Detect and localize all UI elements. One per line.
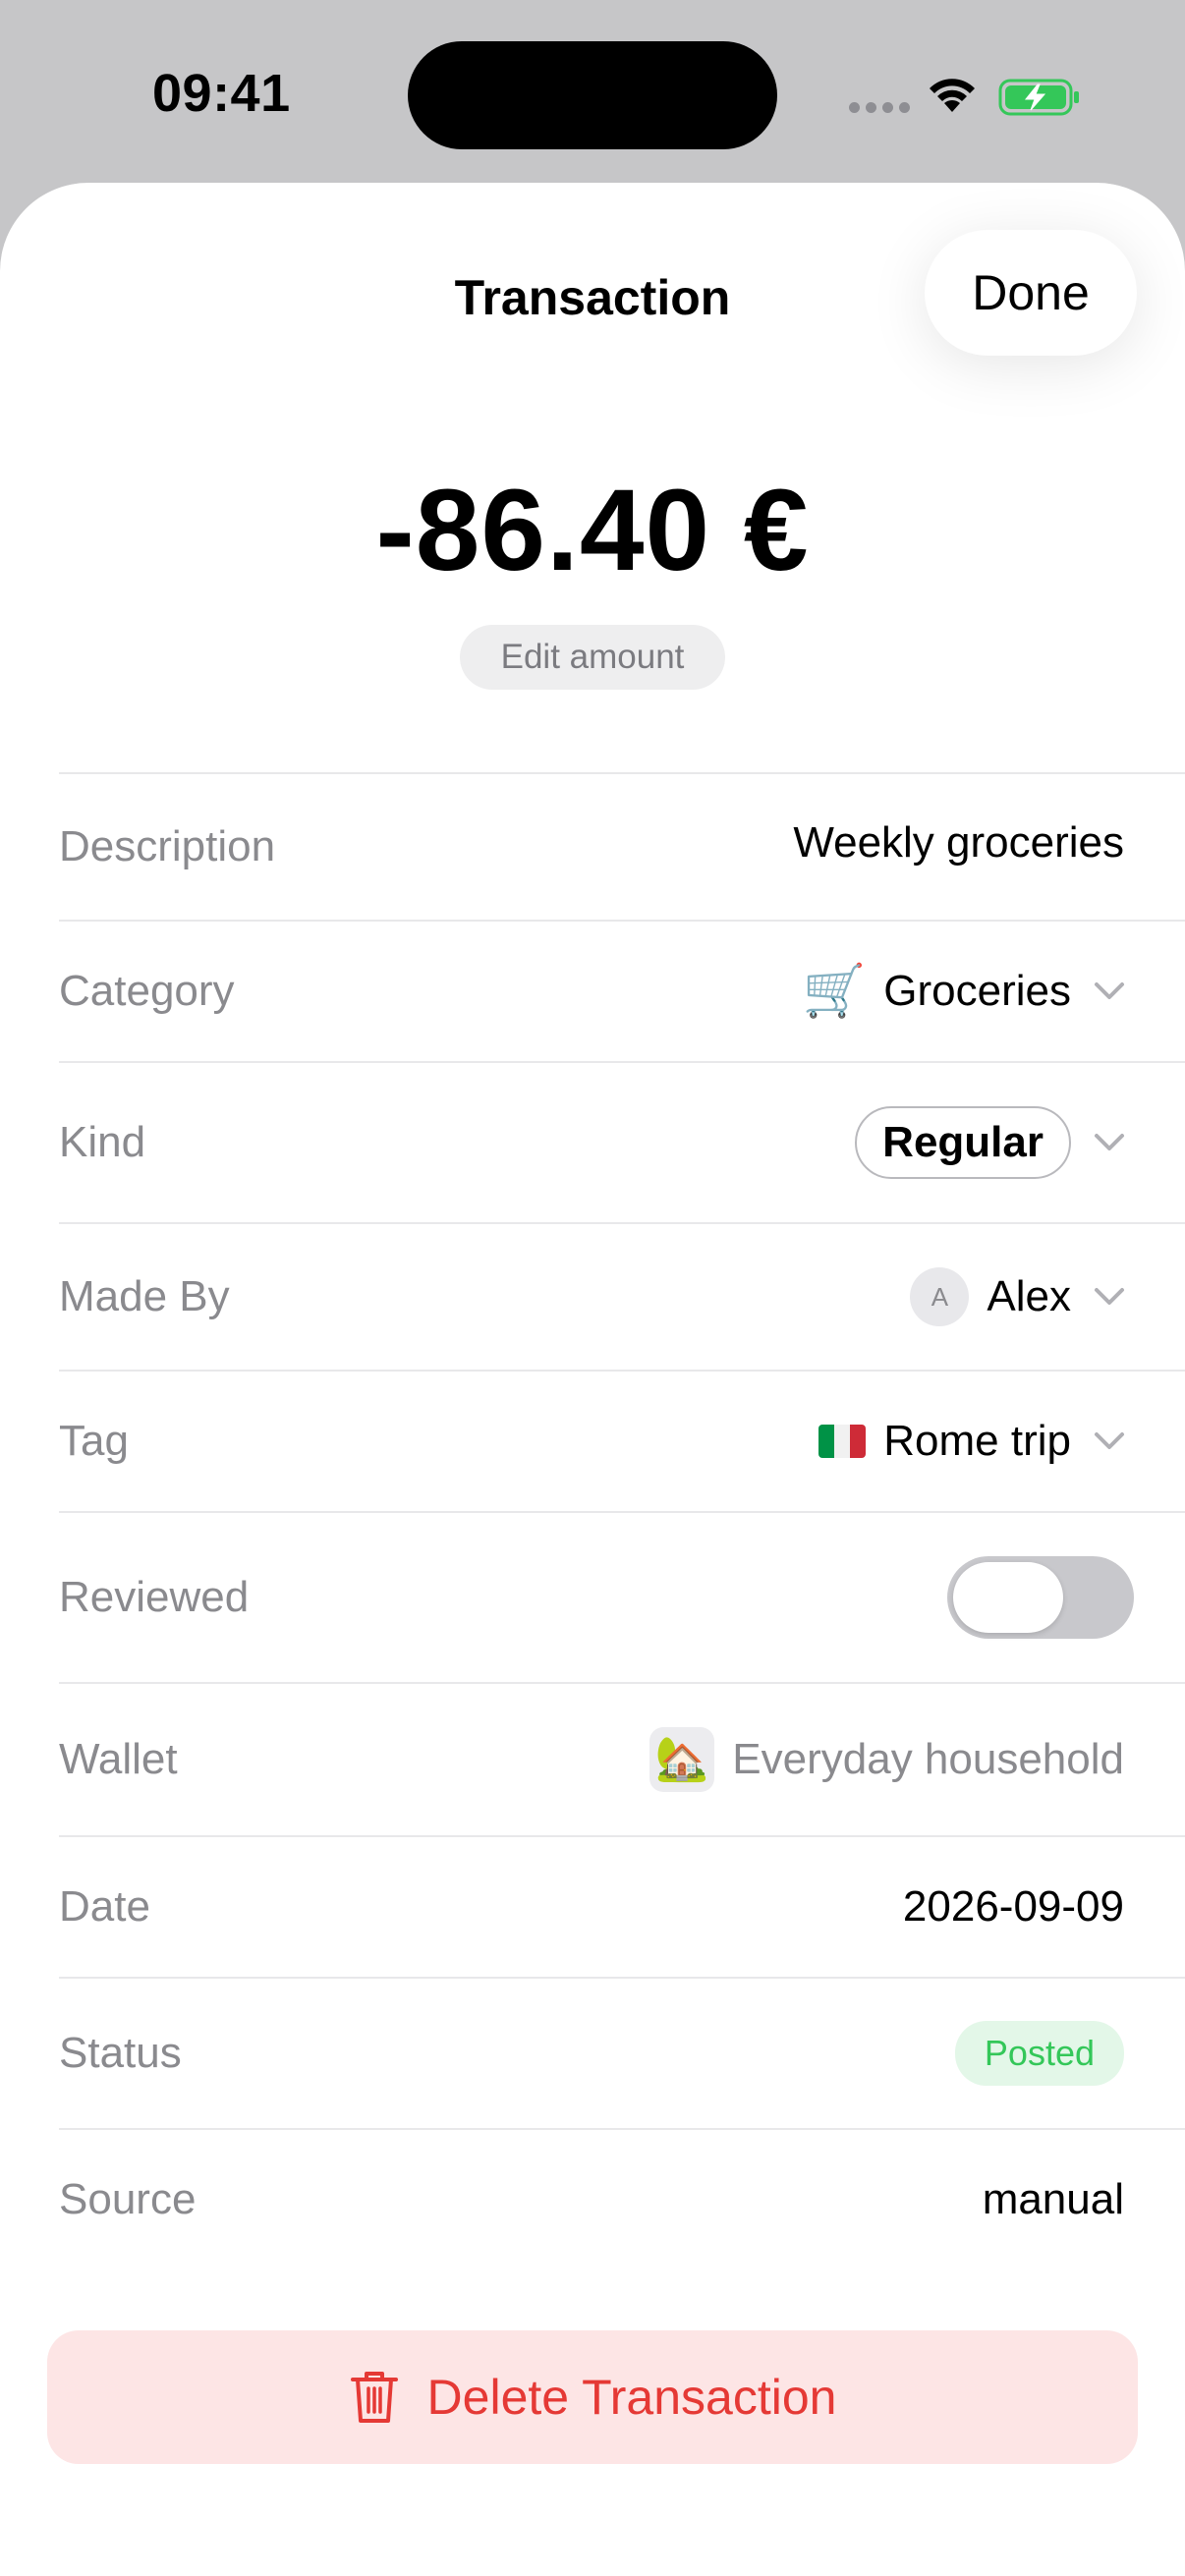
category-row[interactable]: Category 🛒 Groceries — [59, 920, 1185, 1061]
toggle-knob — [953, 1562, 1063, 1633]
reviewed-row: Reviewed — [59, 1511, 1185, 1682]
chevron-down-icon — [1095, 1288, 1124, 1305]
delete-label: Delete Transaction — [426, 2370, 837, 2425]
edit-amount-button[interactable]: Edit amount — [460, 625, 725, 690]
details-list: Description Weekly groceries Category 🛒 … — [59, 772, 1185, 2269]
chevron-down-icon — [1095, 982, 1124, 999]
category-value: Groceries — [883, 967, 1071, 1015]
signal-dots-icon — [849, 102, 910, 113]
made-by-label: Made By — [59, 1272, 230, 1320]
status-value-group: Posted — [954, 2021, 1124, 2086]
wallet-value: Everyday household — [732, 1735, 1124, 1783]
house-emoji: 🏡 — [654, 1735, 709, 1783]
italy-flag-icon — [818, 1425, 867, 1458]
dynamic-island — [408, 41, 777, 149]
kind-picker[interactable]: Regular — [855, 1106, 1126, 1179]
wallet-label: Wallet — [59, 1735, 178, 1783]
transaction-sheet: Transaction Done -86.40 € Edit amount De… — [0, 183, 1185, 2576]
made-by-value: Alex — [987, 1272, 1071, 1320]
tag-label: Tag — [59, 1417, 129, 1465]
made-by-row[interactable]: Made By A Alex — [59, 1222, 1185, 1370]
reviewed-toggle[interactable] — [947, 1556, 1134, 1639]
kind-value-pill: Regular — [855, 1106, 1071, 1179]
made-by-picker[interactable]: A Alex — [910, 1267, 1126, 1326]
date-value: 2026-09-09 — [902, 1882, 1124, 1931]
reviewed-label: Reviewed — [59, 1573, 250, 1621]
chevron-down-icon — [1095, 1432, 1124, 1449]
status-bar: 09:41 — [0, 0, 1185, 187]
done-button[interactable]: Done — [925, 230, 1137, 356]
status-label: Status — [59, 2029, 182, 2077]
battery-charging-icon — [998, 79, 1079, 116]
trash-icon — [350, 2372, 398, 2423]
description-row[interactable]: Description Weekly groceries — [59, 772, 1185, 920]
wifi-icon — [930, 79, 975, 112]
date-row: Date 2026-09-09 — [59, 1835, 1185, 1977]
description-text: Weekly groceries — [793, 818, 1124, 867]
house-icon: 🏡 — [649, 1727, 715, 1792]
status-time: 09:41 — [152, 64, 291, 123]
wallet-row: Wallet 🏡 Everyday household — [59, 1682, 1185, 1835]
source-row: Source manual — [59, 2128, 1185, 2269]
delete-transaction-button[interactable]: Delete Transaction — [47, 2330, 1138, 2464]
wallet-value-group: 🏡 Everyday household — [649, 1727, 1124, 1792]
status-row: Status Posted — [59, 1977, 1185, 2128]
kind-label: Kind — [59, 1118, 146, 1166]
source-value: manual — [982, 2175, 1124, 2223]
category-label: Category — [59, 967, 235, 1015]
description-label: Description — [59, 822, 276, 870]
category-picker[interactable]: 🛒 Groceries — [803, 966, 1126, 1017]
source-label: Source — [59, 2175, 197, 2223]
tag-row[interactable]: Tag Rome trip — [59, 1370, 1185, 1511]
tag-picker[interactable]: Rome trip — [818, 1417, 1126, 1466]
kind-row[interactable]: Kind Regular — [59, 1061, 1185, 1222]
amount-display: -86.40 € — [375, 466, 810, 595]
avatar: A — [910, 1267, 970, 1326]
date-label: Date — [59, 1882, 150, 1931]
status-badge: Posted — [954, 2021, 1124, 2086]
shopping-cart-icon: 🛒 — [802, 963, 867, 1020]
tag-value: Rome trip — [883, 1417, 1071, 1465]
chevron-down-icon — [1095, 1134, 1124, 1150]
description-value[interactable]: Weekly groceries — [793, 818, 1124, 868]
